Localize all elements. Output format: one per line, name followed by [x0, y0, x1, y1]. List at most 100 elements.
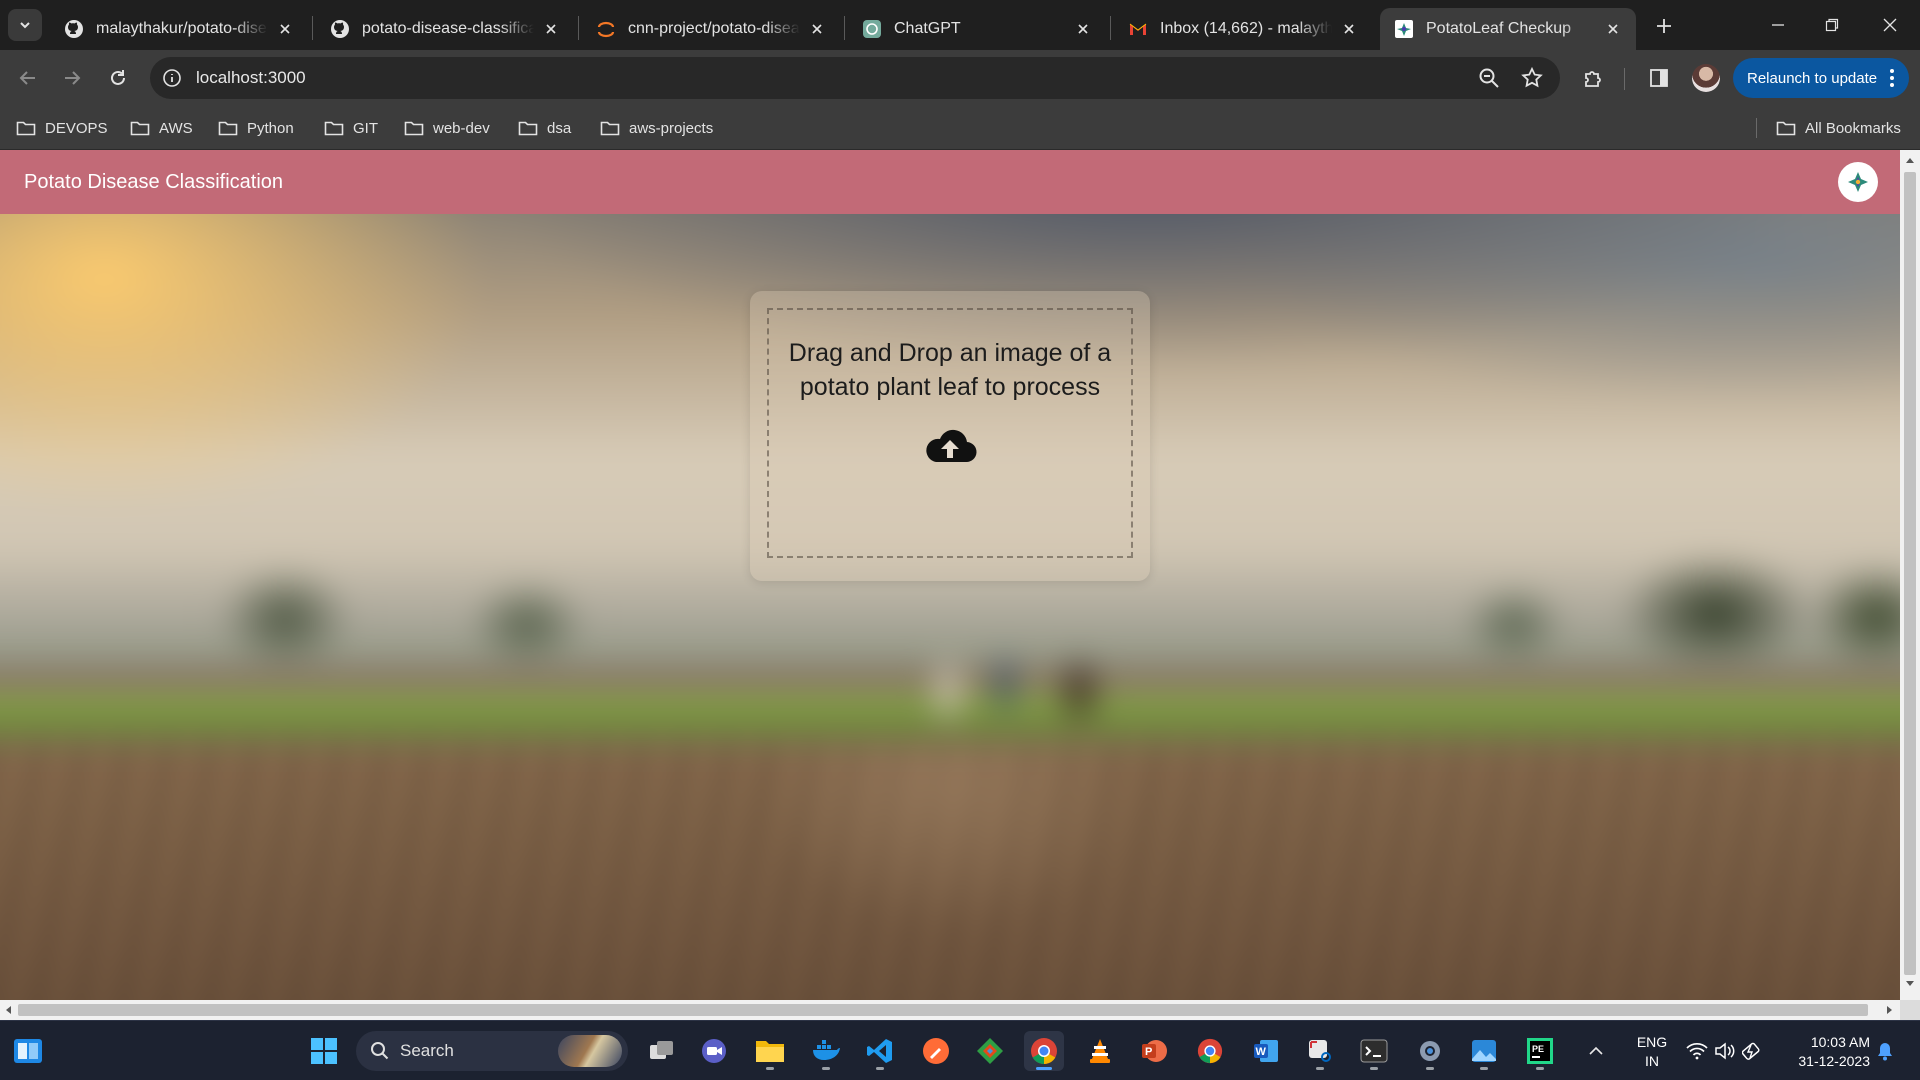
minimize-button[interactable] [1756, 10, 1800, 40]
language-indicator[interactable]: ENG IN [1634, 1033, 1670, 1071]
vertical-scrollbar[interactable] [1900, 150, 1920, 1000]
task-view-button[interactable] [642, 1031, 682, 1071]
dropzone-message: Drag and Drop an image of a potato plant… [788, 339, 1112, 401]
app-logo[interactable] [1838, 162, 1878, 202]
bookmark-folder-git[interactable]: GIT [324, 115, 378, 141]
tab-search-button[interactable] [8, 9, 42, 41]
bookmark-folder-web-dev[interactable]: web-dev [404, 115, 490, 141]
all-bookmarks-button[interactable]: All Bookmarks [1776, 115, 1901, 141]
bookmark-folder-aws[interactable]: AWS [130, 115, 193, 141]
bookmark-folder-devops[interactable]: DEVOPS [16, 115, 108, 141]
bookmark-label: GIT [353, 119, 378, 137]
taskbar-app-snipping-tool[interactable] [1300, 1031, 1340, 1071]
tab-github-2[interactable]: potato-disease-classification [316, 8, 574, 50]
taskbar-app-pycharm[interactable]: PE [1520, 1031, 1560, 1071]
github-icon [330, 19, 350, 39]
chatgpt-icon [862, 19, 882, 39]
url-text[interactable]: localhost:3000 [196, 68, 306, 88]
close-icon[interactable] [542, 20, 560, 38]
horizontal-scrollbar[interactable] [0, 1000, 1900, 1020]
restore-button[interactable] [1810, 10, 1854, 40]
close-icon[interactable] [1604, 20, 1622, 38]
tab-title: cnn-project/potato-disease [628, 20, 800, 37]
taskbar-search[interactable]: Search [356, 1031, 628, 1071]
scrollbar-thumb[interactable] [18, 1004, 1868, 1016]
bookmark-folder-python[interactable]: Python [218, 115, 294, 141]
relaunch-to-update-button[interactable]: Relaunch to update [1733, 58, 1909, 98]
app-navbar: Potato Disease Classification [0, 150, 1900, 214]
tab-gmail[interactable]: Inbox (14,662) - malaythakur [1114, 8, 1372, 50]
more-vert-icon[interactable] [1889, 68, 1895, 88]
zoom-icon[interactable] [1478, 67, 1500, 89]
cloud-upload-icon[interactable] [923, 426, 977, 466]
scrollbar-thumb[interactable] [1904, 172, 1916, 975]
close-window-button[interactable] [1868, 10, 1912, 40]
scroll-left-arrow[interactable] [6, 1006, 11, 1014]
bookmark-folder-dsa[interactable]: dsa [518, 115, 571, 141]
bookmark-star-icon[interactable] [1520, 66, 1544, 90]
show-hidden-icons[interactable] [1588, 1021, 1604, 1080]
scroll-down-arrow[interactable] [1906, 981, 1914, 986]
taskbar-app-photos[interactable] [1464, 1031, 1504, 1071]
taskbar-app-git[interactable] [970, 1031, 1010, 1071]
forward-button[interactable] [56, 62, 88, 94]
taskbar-app-meet[interactable] [694, 1031, 734, 1071]
terminal-icon [1360, 1039, 1388, 1063]
close-icon[interactable] [1340, 20, 1358, 38]
bookmark-folder-aws-projects[interactable]: aws-projects [600, 115, 713, 141]
tab-separator [1110, 16, 1111, 40]
folder-icon [16, 121, 36, 136]
restore-icon [1825, 18, 1839, 32]
folder-icon [756, 1041, 784, 1062]
plus-icon [1657, 19, 1671, 33]
tab-chatgpt[interactable]: ChatGPT [848, 8, 1106, 50]
profile-avatar[interactable] [1692, 64, 1720, 92]
taskbar-app-powerpoint[interactable]: P [1134, 1031, 1174, 1071]
widgets-button[interactable] [8, 1031, 48, 1071]
taskbar-app-postman[interactable] [916, 1031, 956, 1071]
taskbar-app-terminal[interactable] [1354, 1031, 1394, 1071]
close-icon[interactable] [808, 20, 826, 38]
system-tray-status[interactable] [1686, 1021, 1762, 1080]
taskbar-app-settings[interactable] [1410, 1031, 1450, 1071]
windows-taskbar: Search P W PE ENG IN 10:03 AM 31-12-2023 [0, 1020, 1920, 1080]
close-icon[interactable] [1074, 20, 1092, 38]
image-dropzone[interactable]: Drag and Drop an image of a potato plant… [767, 308, 1133, 558]
search-icon [371, 1042, 389, 1060]
scroll-up-arrow[interactable] [1906, 158, 1914, 163]
tab-github-1[interactable]: malaythakur/potato-disease-classificatio… [50, 8, 308, 50]
address-bar[interactable]: localhost:3000 [150, 57, 1560, 99]
taskbar-app-chrome-profile[interactable] [1190, 1031, 1230, 1071]
scroll-right-arrow[interactable] [1887, 1006, 1892, 1014]
back-button[interactable] [12, 62, 44, 94]
all-bookmarks-label: All Bookmarks [1805, 119, 1901, 137]
tab-jupyter[interactable]: cnn-project/potato-disease [582, 8, 840, 50]
side-panel-button[interactable] [1646, 65, 1672, 91]
jupyter-icon [596, 19, 616, 39]
taskbar-app-vscode[interactable] [860, 1031, 900, 1071]
new-tab-button[interactable] [1650, 12, 1678, 40]
search-label: Search [400, 1041, 454, 1060]
start-button[interactable] [304, 1031, 344, 1071]
docker-icon [813, 1040, 840, 1060]
taskbar-app-docker[interactable] [806, 1031, 846, 1071]
taskbar-app-word[interactable]: W [1246, 1031, 1286, 1071]
app-title: Potato Disease Classification [24, 170, 284, 193]
github-icon [64, 19, 84, 39]
close-icon[interactable] [276, 20, 294, 38]
taskbar-app-file-explorer[interactable] [750, 1031, 790, 1071]
taskbar-app-vlc[interactable] [1080, 1031, 1120, 1071]
system-clock[interactable]: 10:03 AM 31-12-2023 [1780, 1033, 1870, 1071]
tab-potatoleaf-active[interactable]: PotatoLeaf Checkup [1380, 8, 1636, 50]
reload-button[interactable] [102, 62, 134, 94]
bookmark-label: dsa [547, 119, 572, 137]
bookmark-label: web-dev [433, 119, 490, 137]
site-info-icon[interactable] [160, 66, 184, 90]
taskbar-app-chrome[interactable] [1024, 1031, 1064, 1071]
gear-icon [1420, 1041, 1440, 1061]
extensions-button[interactable] [1580, 65, 1606, 91]
folder-icon [218, 121, 238, 136]
search-highlight-image [558, 1035, 622, 1067]
notifications-button[interactable] [1876, 1021, 1894, 1080]
chevron-down-icon [20, 22, 30, 29]
